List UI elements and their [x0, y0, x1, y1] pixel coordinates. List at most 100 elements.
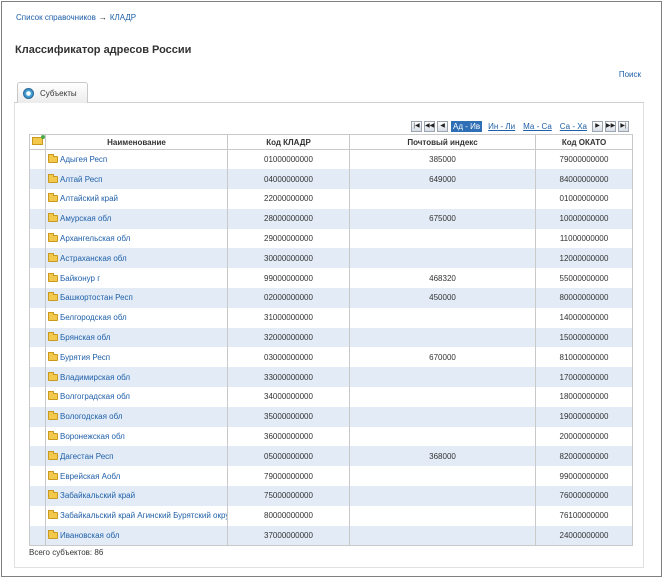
subject-name-cell[interactable]: Брянская обл — [45, 327, 228, 348]
subject-name-link[interactable]: Амурская обл — [60, 214, 111, 223]
table-row[interactable]: Забайкальский край 75000000000 76000000000 — [29, 486, 633, 506]
column-header-postal[interactable]: Почтовый индекс — [349, 134, 536, 150]
subject-name-cell[interactable]: Еврейская Аобл — [45, 466, 228, 487]
next-block-icon[interactable]: ▶▶ — [605, 121, 616, 132]
next-page-icon[interactable]: ▶ — [592, 121, 603, 132]
pager-range-button[interactable]: Са - Ха — [558, 121, 589, 132]
row-selector-cell[interactable] — [29, 387, 46, 407]
subject-name-link[interactable]: Архангельская обл — [60, 234, 130, 243]
add-folder-icon[interactable] — [32, 135, 45, 145]
subject-name-link[interactable]: Белгородская обл — [60, 313, 127, 322]
subject-name-cell[interactable]: Вологодская обл — [45, 406, 228, 427]
first-page-icon[interactable]: |◀ — [411, 121, 423, 132]
subject-name-link[interactable]: Владимирская обл — [60, 373, 130, 382]
row-selector-cell[interactable] — [29, 208, 46, 229]
subject-name-link[interactable]: Алтай Респ — [60, 175, 102, 184]
subject-name-cell[interactable]: Ивановская обл — [45, 525, 228, 546]
subject-name-cell[interactable]: Забайкальский край Агинский Бурятский ок… — [45, 505, 228, 526]
table-row[interactable]: Белгородская обл 31000000000 14000000000 — [29, 307, 633, 328]
table-row[interactable]: Волгоградская обл 34000000000 18000000000 — [29, 387, 633, 407]
row-selector-cell[interactable] — [29, 288, 46, 308]
search-link[interactable]: Поиск — [619, 70, 641, 79]
subject-name-link[interactable]: Башкортостан Респ — [60, 293, 133, 302]
subject-name-link[interactable]: Адыгея Респ — [60, 155, 107, 164]
add-folder-header[interactable] — [29, 134, 46, 150]
table-row[interactable]: Дагестан Респ 05000000000 368000 8200000000… — [29, 446, 633, 467]
column-header-name[interactable]: Наименование — [45, 134, 228, 150]
subject-name-cell[interactable]: Амурская обл — [45, 208, 228, 229]
subject-name-link[interactable]: Брянская обл — [60, 333, 110, 342]
pager-range-button[interactable]: Ад - Ив — [451, 121, 483, 132]
subject-name-cell[interactable]: Байконур г — [45, 268, 228, 289]
row-selector-cell[interactable] — [29, 406, 46, 427]
row-selector-cell[interactable] — [29, 248, 46, 269]
subject-name-cell[interactable]: Архангельская обл — [45, 228, 228, 249]
table-row[interactable]: Алтайский край 22000000000 01000000000 — [29, 189, 633, 209]
row-selector-cell[interactable] — [29, 307, 46, 328]
subject-name-cell[interactable]: Бурятия Респ — [45, 347, 228, 368]
subject-name-link[interactable]: Забайкальский край Агинский Бурятский ок… — [60, 511, 227, 520]
table-row[interactable]: Бурятия Респ 03000000000 670000 81000000000 — [29, 347, 633, 368]
subject-name-link[interactable]: Бурятия Респ — [60, 353, 110, 362]
column-header-okato[interactable]: Код ОКАТО — [535, 134, 633, 150]
subject-name-cell[interactable]: Волгоградская обл — [45, 387, 228, 407]
breadcrumb-link[interactable]: Список справочников — [16, 13, 96, 22]
row-selector-cell[interactable] — [29, 169, 46, 190]
table-row[interactable]: Брянская обл 32000000000 15000000000 — [29, 327, 633, 348]
row-selector-cell[interactable] — [29, 327, 46, 348]
table-row[interactable]: Еврейская Аобл 79000000000 99000000000 — [29, 466, 633, 487]
row-selector-cell[interactable] — [29, 446, 46, 467]
tab-subjects[interactable]: Субъекты — [17, 82, 88, 103]
subject-name-cell[interactable]: Адыгея Респ — [45, 149, 228, 170]
subject-name-link[interactable]: Волгоградская обл — [60, 392, 130, 401]
table-row[interactable]: Башкортостан Респ 02000000000 450000 800000… — [29, 288, 633, 308]
row-selector-cell[interactable] — [29, 149, 46, 170]
table-row[interactable]: Забайкальский край Агинский Бурятский ок… — [29, 505, 633, 526]
prev-block-icon[interactable]: ◀◀ — [424, 121, 436, 132]
subject-name-link[interactable]: Ивановская обл — [60, 531, 119, 540]
row-selector-cell[interactable] — [29, 525, 46, 546]
row-selector-cell[interactable] — [29, 268, 46, 289]
table-row[interactable]: Астраханская обл 30000000000 12000000000 — [29, 248, 633, 269]
row-selector-cell[interactable] — [29, 347, 46, 368]
table-row[interactable]: Вологодская обл 35000000000 19000000000 — [29, 406, 633, 427]
table-row[interactable]: Владимирская обл 33000000000 17000000000 — [29, 367, 633, 388]
subject-name-link[interactable]: Воронежская обл — [60, 432, 125, 441]
subject-name-cell[interactable]: Башкортостан Респ — [45, 288, 228, 308]
subject-name-cell[interactable]: Алтай Респ — [45, 169, 228, 190]
table-row[interactable]: Ивановская обл 37000000000 24000000000 — [29, 525, 633, 546]
subject-name-link[interactable]: Еврейская Аобл — [60, 472, 120, 481]
row-selector-cell[interactable] — [29, 367, 46, 388]
subject-name-cell[interactable]: Дагестан Респ — [45, 446, 228, 467]
breadcrumb-current[interactable]: КЛАДР — [110, 13, 136, 22]
table-row[interactable]: Адыгея Респ 01000000000 385000 79000000000 — [29, 149, 633, 170]
row-selector-cell[interactable] — [29, 228, 46, 249]
subject-name-link[interactable]: Дагестан Респ — [60, 452, 114, 461]
row-selector-cell[interactable] — [29, 426, 46, 447]
subject-name-link[interactable]: Астраханская обл — [60, 254, 127, 263]
table-row[interactable]: Воронежская обл 36000000000 20000000000 — [29, 426, 633, 447]
subject-name-link[interactable]: Байконур г — [60, 274, 100, 283]
pager-range-button[interactable]: Ма - Са — [521, 121, 554, 132]
table-row[interactable]: Амурская обл 28000000000 675000 10000000000 — [29, 208, 633, 229]
subject-name-link[interactable]: Забайкальский край — [60, 491, 135, 500]
column-header-kladr[interactable]: Код КЛАДР — [227, 134, 350, 150]
table-row[interactable]: Алтай Респ 04000000000 649000 84000000000 — [29, 169, 633, 190]
row-selector-cell[interactable] — [29, 189, 46, 209]
table-row[interactable]: Байконур г 99000000000 468320 55000000000 — [29, 268, 633, 289]
subject-name-cell[interactable]: Забайкальский край — [45, 486, 228, 506]
prev-page-icon[interactable]: ◀ — [437, 121, 449, 132]
subject-name-link[interactable]: Алтайский край — [60, 194, 118, 203]
subject-name-cell[interactable]: Белгородская обл — [45, 307, 228, 328]
row-selector-cell[interactable] — [29, 505, 46, 526]
subject-name-cell[interactable]: Воронежская обл — [45, 426, 228, 447]
pager-range-button[interactable]: Ин - Ли — [486, 121, 517, 132]
row-selector-cell[interactable] — [29, 486, 46, 506]
last-page-icon[interactable]: ▶| — [618, 121, 629, 132]
subject-name-cell[interactable]: Владимирская обл — [45, 367, 228, 388]
subject-name-cell[interactable]: Астраханская обл — [45, 248, 228, 269]
subject-name-cell[interactable]: Алтайский край — [45, 189, 228, 209]
subject-name-link[interactable]: Вологодская обл — [60, 412, 123, 421]
table-row[interactable]: Архангельская обл 29000000000 11000000000 — [29, 228, 633, 249]
row-selector-cell[interactable] — [29, 466, 46, 487]
